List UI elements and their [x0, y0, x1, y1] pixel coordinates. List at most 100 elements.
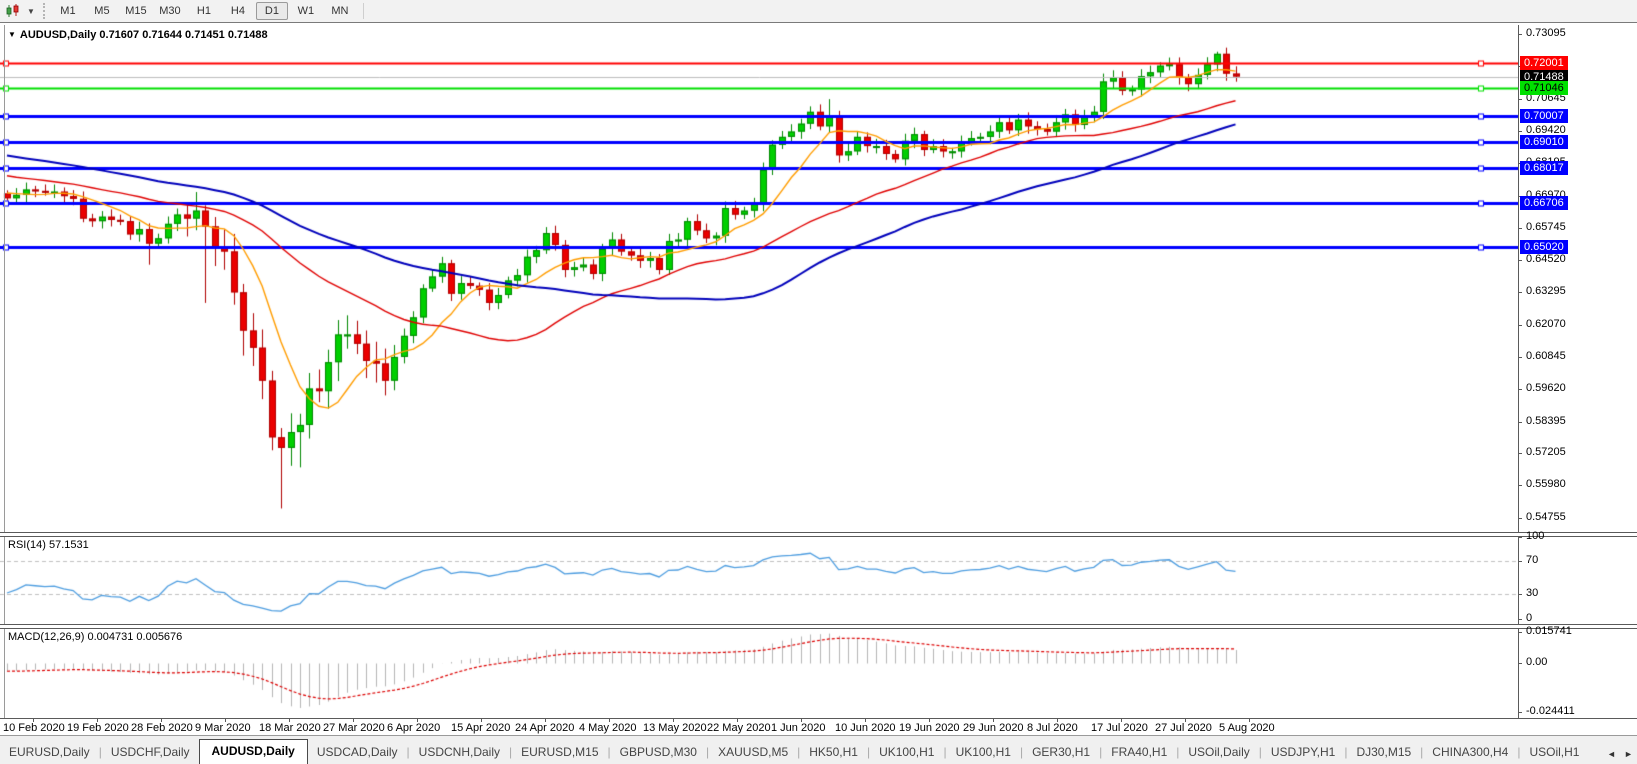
- chart-tab-usdjpy-h1[interactable]: USDJPY,H1: [1262, 740, 1344, 764]
- collapse-icon[interactable]: ▼: [8, 30, 16, 39]
- timeframe-button-W1[interactable]: W1: [290, 2, 322, 20]
- date-axis-label: 19 Jun 2020: [899, 722, 960, 734]
- price-tag: 0.68017: [1520, 161, 1568, 175]
- axis-tick-mark: [1518, 34, 1522, 35]
- chart-tab-eurusd-daily[interactable]: EURUSD,Daily: [0, 740, 99, 764]
- axis-tick-mark: [1518, 325, 1522, 326]
- date-axis-label: 4 May 2020: [579, 722, 636, 734]
- price-tag: 0.69010: [1520, 135, 1568, 149]
- price-tag: 0.70007: [1520, 109, 1568, 123]
- price-axis-line: [1518, 25, 1519, 719]
- chart-left-border: [4, 25, 5, 719]
- date-axis-label: 10 Feb 2020: [3, 722, 65, 734]
- price-axis-label: 0.62070: [1526, 318, 1566, 331]
- chart-tab-uk100-h1[interactable]: UK100,H1: [947, 740, 1020, 764]
- axis-tick-mark: [1518, 357, 1522, 358]
- tabs-scroll-left-icon[interactable]: ◄: [1603, 743, 1620, 764]
- chart-symbol-label: AUDUSD,Daily: [20, 29, 96, 41]
- axis-tick-mark: [1518, 485, 1522, 486]
- main-price-chart-canvas[interactable]: [0, 25, 1519, 532]
- chart-tab-fra40-h1[interactable]: FRA40,H1: [1102, 740, 1176, 764]
- timeframe-button-D1[interactable]: D1: [256, 2, 288, 20]
- timeframe-button-M30[interactable]: M30: [154, 2, 186, 20]
- date-axis-label: 9 Mar 2020: [195, 722, 251, 734]
- chart-tab-china300-h4[interactable]: CHINA300,H4: [1423, 740, 1517, 764]
- date-axis-label: 10 Jun 2020: [835, 722, 896, 734]
- price-axis-label: 0.55980: [1526, 478, 1566, 491]
- chart-tab-gbpusd-m30[interactable]: GBPUSD,M30: [611, 740, 706, 764]
- chart-tab-usoil-h1[interactable]: USOil,H1: [1520, 740, 1588, 764]
- chart-title: ▼AUDUSD,Daily 0.71607 0.71644 0.71451 0.…: [8, 29, 268, 41]
- price-axis-label: 0.73095: [1526, 27, 1566, 40]
- date-axis-label: 28 Feb 2020: [131, 722, 193, 734]
- chart-tab-bar: EURUSD,Daily|USDCHF,DailyAUDUSD,DailyUSD…: [0, 735, 1637, 764]
- rsi-axis-label: 70: [1526, 554, 1538, 567]
- price-tag: 0.71046: [1520, 81, 1568, 95]
- price-axis-label: 0.65745: [1526, 221, 1566, 234]
- axis-tick-mark: [1518, 537, 1522, 538]
- axis-tick-mark: [1518, 131, 1522, 132]
- candlestick-chart-icon: [6, 4, 20, 18]
- axis-tick-mark: [1518, 619, 1522, 620]
- axis-tick-mark: [1518, 518, 1522, 519]
- axis-tick-mark: [1518, 712, 1522, 713]
- macd-indicator-canvas[interactable]: [0, 627, 1519, 718]
- axis-tick-mark: [1518, 663, 1522, 664]
- date-axis-label: 17 Jul 2020: [1091, 722, 1148, 734]
- rsi-axis-label: 100: [1526, 530, 1544, 543]
- axis-tick-mark: [1518, 594, 1522, 595]
- timeframe-button-M15[interactable]: M15: [120, 2, 152, 20]
- macd-axis-label: 0.00: [1526, 656, 1547, 669]
- price-axis-label: 0.59620: [1526, 382, 1566, 395]
- date-axis-label: 6 Apr 2020: [387, 722, 440, 734]
- rsi-indicator-canvas[interactable]: [0, 535, 1519, 624]
- timeframe-button-MN[interactable]: MN: [324, 2, 356, 20]
- chart-tab-hk50-h1[interactable]: HK50,H1: [800, 740, 867, 764]
- axis-tick-mark: [1518, 292, 1522, 293]
- chart-tab-usdcnh-daily[interactable]: USDCNH,Daily: [410, 740, 509, 764]
- timeframe-button-M1[interactable]: M1: [52, 2, 84, 20]
- timeframe-toolbar: ▼ M1M5M15M30H1H4D1W1MN: [0, 0, 1637, 23]
- chart-tab-eurusd-m15[interactable]: EURUSD,M15: [512, 740, 607, 764]
- axis-tick-mark: [1518, 632, 1522, 633]
- macd-axis-label: 0.015741: [1526, 625, 1572, 638]
- chart-type-dropdown-icon[interactable]: ▼: [23, 7, 39, 16]
- date-axis-label: 8 Jul 2020: [1027, 722, 1078, 734]
- macd-axis-label: -0.024411: [1526, 705, 1575, 718]
- axis-tick-mark: [1518, 561, 1522, 562]
- chart-tab-uk100-h1[interactable]: UK100,H1: [870, 740, 943, 764]
- date-axis-label: 5 Aug 2020: [1219, 722, 1275, 734]
- date-axis-label: 19 Feb 2020: [67, 722, 129, 734]
- chart-tab-usdcad-daily[interactable]: USDCAD,Daily: [308, 740, 407, 764]
- axis-tick-mark: [1518, 389, 1522, 390]
- chart-workspace: ▼AUDUSD,Daily 0.71607 0.71644 0.71451 0.…: [0, 22, 1637, 736]
- chart-type-button[interactable]: [3, 2, 23, 20]
- timeframe-button-H4[interactable]: H4: [222, 2, 254, 20]
- date-axis-label: 13 May 2020: [643, 722, 707, 734]
- pane-separator[interactable]: [0, 624, 1637, 629]
- chart-tab-usdchf-daily[interactable]: USDCHF,Daily: [102, 740, 199, 764]
- axis-tick-mark: [1518, 228, 1522, 229]
- chart-tab-audusd-daily[interactable]: AUDUSD,Daily: [199, 739, 308, 764]
- pane-separator[interactable]: [0, 532, 1637, 537]
- chart-tabs: EURUSD,Daily|USDCHF,DailyAUDUSD,DailyUSD…: [0, 736, 1603, 764]
- chart-tab-usoil-daily[interactable]: USOil,Daily: [1179, 740, 1258, 764]
- price-tag: 0.66706: [1520, 196, 1568, 210]
- chart-tab-ger30-h1[interactable]: GER30,H1: [1023, 740, 1099, 764]
- date-axis-label: 1 Jun 2020: [771, 722, 825, 734]
- date-axis-label: 29 Jun 2020: [963, 722, 1024, 734]
- rsi-indicator-label: RSI(14) 57.1531: [8, 539, 89, 551]
- axis-tick-mark: [1518, 422, 1522, 423]
- tabs-scroll-right-icon[interactable]: ►: [1620, 743, 1637, 764]
- date-axis-label: 24 Apr 2020: [515, 722, 574, 734]
- date-axis-label: 27 Mar 2020: [323, 722, 385, 734]
- rsi-axis-label: 30: [1526, 587, 1538, 600]
- chart-tab-xauusd-m5[interactable]: XAUUSD,M5: [709, 740, 797, 764]
- timeframe-buttons: M1M5M15M30H1H4D1W1MN: [51, 2, 357, 20]
- timeframe-button-M5[interactable]: M5: [86, 2, 118, 20]
- price-axis-label: 0.54755: [1526, 511, 1566, 524]
- price-axis-label: 0.64520: [1526, 253, 1566, 266]
- axis-tick-mark: [1518, 260, 1522, 261]
- chart-tab-dj30-m15[interactable]: DJ30,M15: [1347, 740, 1420, 764]
- timeframe-button-H1[interactable]: H1: [188, 2, 220, 20]
